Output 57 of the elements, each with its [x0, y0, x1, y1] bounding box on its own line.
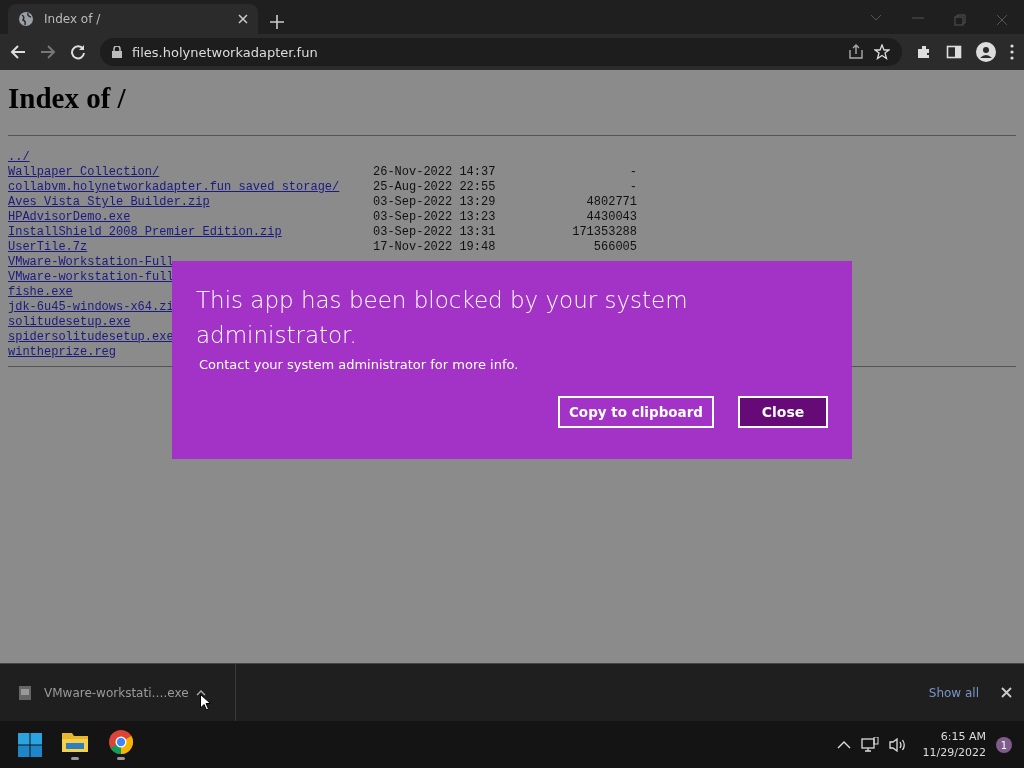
modified-date: 03-Sep-2022 13:29: [373, 195, 497, 210]
chevron-up-icon[interactable]: [836, 741, 851, 749]
clock[interactable]: 6:15 AM 11/29/2022: [922, 729, 986, 761]
copy-button[interactable]: Copy to clipboard: [558, 396, 714, 428]
file-link[interactable]: Aves Vista Style Builder.zip: [8, 195, 210, 209]
file-link[interactable]: UserTile.7z: [8, 240, 88, 254]
windows-start-icon[interactable]: [18, 733, 42, 757]
network-icon[interactable]: [860, 737, 879, 753]
chrome-icon[interactable]: [108, 730, 134, 760]
file-link[interactable]: ../: [8, 150, 30, 164]
volume-icon[interactable]: [888, 737, 907, 753]
file-size: -: [628, 180, 637, 195]
file-link[interactable]: solitudesetup.exe: [8, 315, 131, 329]
forward-icon[interactable]: [40, 44, 56, 60]
file-link[interactable]: Wallpaper Collection/: [8, 165, 160, 179]
modified-date: 03-Sep-2022 13:31: [373, 225, 497, 240]
modified-date: 03-Sep-2022 13:23: [373, 210, 497, 225]
file-link[interactable]: collabvm.holynetworkadapter.fun saved storage/: [8, 180, 340, 194]
file-size: -: [628, 165, 637, 180]
notification-badge[interactable]: 1: [996, 737, 1012, 753]
file-icon: [18, 684, 32, 701]
globe-icon: [18, 11, 34, 27]
file-link[interactable]: wintheprize.reg: [8, 345, 117, 359]
star-icon[interactable]: [874, 44, 890, 60]
mouse-cursor-icon: [200, 694, 211, 711]
dialog-message: Contact your system administrator for more info.: [199, 357, 520, 372]
new-tab-icon[interactable]: [270, 15, 284, 29]
folder-icon[interactable]: [62, 730, 88, 760]
file-link[interactable]: VMware-Workstation-Full: [8, 255, 174, 269]
file-link[interactable]: VMware-workstation-full: [8, 270, 174, 284]
browser-tab[interactable]: Index of /: [8, 4, 258, 34]
file-link[interactable]: fishe.exe: [8, 285, 73, 299]
show-all-link[interactable]: Show all: [928, 685, 979, 700]
puzzle-icon[interactable]: [916, 44, 932, 60]
dialog-title: This app has been blocked by your system administrator.: [196, 286, 689, 350]
side-panel-icon[interactable]: [946, 44, 962, 60]
file-size: 171353288: [571, 225, 637, 240]
profile-icon[interactable]: [976, 42, 996, 62]
file-link[interactable]: spidersolitudesetup.exe: [8, 330, 174, 344]
file-link[interactable]: HPAdvisorDemo.exe: [8, 210, 131, 224]
modified-date: 17-Nov-2022 19:48: [373, 240, 497, 255]
url-text: files.holynetworkadapter.fun: [132, 44, 319, 60]
lock-icon: [112, 46, 122, 58]
share-icon[interactable]: [848, 44, 864, 60]
file-link[interactable]: InstallShield_2008_Premier_Edition.zip: [8, 225, 282, 239]
modified-date: 26-Nov-2022 14:37: [373, 165, 497, 180]
address-bar[interactable]: files.holynetworkadapter.fun: [100, 38, 902, 66]
file-size: 566005: [592, 240, 637, 255]
page-heading: Index of /: [8, 81, 127, 116]
reload-icon[interactable]: [70, 44, 86, 60]
file-size: 4802771: [585, 195, 637, 210]
file-link[interactable]: jdk-6u45-windows-x64.zi: [8, 300, 174, 314]
file-size: 4430043: [585, 210, 637, 225]
back-icon[interactable]: [10, 44, 26, 60]
close-button[interactable]: Close: [738, 396, 828, 428]
menu-icon[interactable]: [1010, 44, 1014, 60]
modified-date: 25-Aug-2022 22:55: [373, 180, 497, 195]
